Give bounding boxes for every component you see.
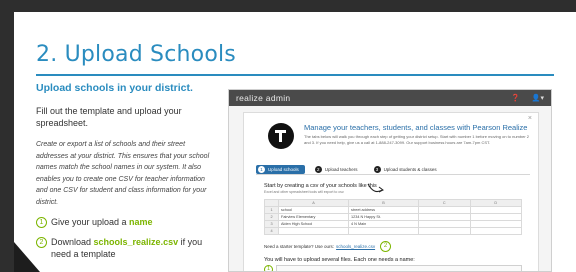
realize-logo-icon	[268, 123, 294, 149]
tab-number: 3	[373, 166, 381, 173]
table-row: 4	[264, 227, 522, 235]
intro-text: Fill out the template and upload your sp…	[36, 106, 182, 128]
upload-name-input[interactable]	[276, 265, 522, 271]
tab-label: Upload teachers	[324, 167, 358, 172]
tab-label: Upload students & classes	[383, 167, 437, 172]
step-number: 1	[36, 217, 47, 228]
callout-badge: 1	[264, 265, 273, 271]
step-text: Download schools_realize.csv if you need…	[51, 237, 203, 259]
tab-upload-schools[interactable]: 1 Upload schools	[256, 165, 305, 174]
card-headline: Manage your teachers, students, and clas…	[304, 123, 528, 132]
starter-template-line: Need a starter template? Use ours: schoo…	[264, 241, 392, 252]
upload-instruction: You will have to upload several files. E…	[264, 257, 415, 263]
user-menu-icon[interactable]: 👤▾	[532, 94, 544, 102]
step-item: 2 Download schools_realize.csv if you ne…	[36, 236, 218, 260]
step-tabs: 1 Upload schools 2 Upload teachers 3 Upl…	[256, 165, 530, 175]
close-icon[interactable]: ×	[528, 115, 532, 122]
table-row: 1 school street address	[264, 206, 522, 214]
table-row: 2 Fairview Elementary 1234 N Happy St.	[264, 213, 522, 221]
template-download-link[interactable]: schools_realize.csv	[336, 244, 375, 249]
section-subheading: Upload schools in your district.	[36, 82, 193, 94]
setup-card: × Manage your teachers, students, and cl…	[243, 112, 539, 271]
table-header-row: A B C D	[264, 199, 522, 207]
csv-example-table: A B C D 1 school street address 2 Fairvi…	[264, 199, 522, 235]
starter-text: Need a starter template? Use ours:	[264, 244, 335, 249]
slide: 2. Upload Schools Upload schools in your…	[14, 12, 576, 272]
card-description: The tabs below will walk you through eac…	[304, 134, 530, 145]
slide-corner-decoration	[14, 242, 40, 272]
tab-label: Upload schools	[268, 167, 299, 172]
tab-upload-teachers[interactable]: 2 Upload teachers	[313, 165, 364, 174]
title-divider	[36, 74, 554, 76]
tab-number: 2	[314, 166, 322, 173]
instructions-panel: Upload schools in your district. Fill ou…	[36, 82, 218, 268]
app-header: realize admin ❓ 👤▾	[229, 90, 551, 106]
callout-badge: 2	[380, 241, 392, 252]
csv-instruction-note: Excel and other spreadsheet tools will e…	[264, 190, 345, 194]
detail-text: Create or export a list of schools and t…	[36, 141, 210, 206]
app-screenshot: realize admin ❓ 👤▾ × Manage your teacher…	[228, 89, 552, 272]
step-item: 1 Give your upload a name	[36, 216, 218, 228]
tab-number: 1	[258, 166, 265, 173]
step-text: Give your upload a name	[51, 217, 153, 227]
page-title: 2. Upload Schools	[36, 42, 236, 67]
curved-arrow-icon	[367, 183, 384, 193]
app-brand: realize admin	[236, 93, 291, 103]
tab-upload-students-classes[interactable]: 3 Upload students & classes	[372, 165, 443, 174]
csv-instruction: Start by creating a csv of your schools …	[264, 183, 377, 189]
help-icon[interactable]: ❓	[511, 94, 520, 102]
table-row: 3 Alden High School 4 N Main	[264, 220, 522, 228]
